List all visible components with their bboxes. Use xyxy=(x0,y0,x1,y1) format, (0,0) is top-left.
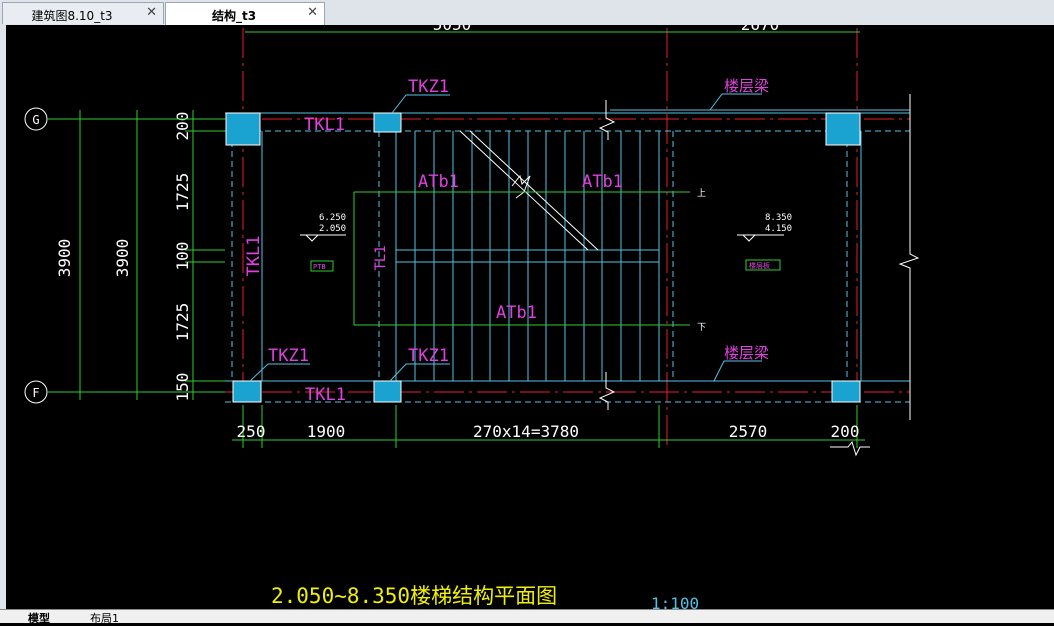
column xyxy=(232,380,262,403)
dim-150: 150 xyxy=(173,373,192,402)
tab-layout1[interactable]: 布局1 xyxy=(90,610,119,626)
up-mark: 上 xyxy=(697,188,706,199)
dim-3780: 270x14=3780 xyxy=(473,422,579,441)
dim-3900-outer: 3900 xyxy=(55,239,74,278)
dim-3900-inner: 3900 xyxy=(113,239,132,278)
dim-top-right: 2670 xyxy=(741,25,780,34)
column xyxy=(825,112,861,146)
leader-lines xyxy=(249,93,762,382)
elev-right-lower: 4.150 xyxy=(765,224,792,234)
dim-1725-bottom: 1725 xyxy=(173,303,192,342)
layout-tab-bar: 模型 布局1 xyxy=(0,609,1054,626)
label-tkl1-vertical: TKL1 xyxy=(244,236,264,277)
close-icon[interactable]: ✕ xyxy=(146,5,157,20)
tab-label: 结构_t3 xyxy=(211,9,257,23)
column xyxy=(225,112,261,146)
document-tab-bar: 建筑图8.10_t3 ✕ 结构_t3 ✕ xyxy=(0,0,1054,26)
label-tkl1-top: TKL1 xyxy=(304,115,345,135)
tab-model[interactable]: 模型 xyxy=(28,610,50,626)
label-atb1-a: ATb1 xyxy=(418,172,459,192)
column xyxy=(831,380,861,403)
ptb-label: PTB xyxy=(313,263,326,271)
dim-1725-top: 1725 xyxy=(173,173,192,212)
stair-treads xyxy=(414,131,641,381)
column xyxy=(373,380,402,403)
dim-200: 200 xyxy=(173,112,192,141)
label-tkz1-top: TKZ1 xyxy=(408,77,449,97)
tab-label: 建筑图8.10_t3 xyxy=(31,9,113,23)
label-tkz1-bm: TKZ1 xyxy=(408,346,449,366)
close-icon[interactable]: ✕ xyxy=(307,5,318,20)
cad-drawing: G F 3900 3900 200 1725 100 1725 150 250 … xyxy=(24,25,920,609)
label-tkz1-bl: TKZ1 xyxy=(268,346,309,366)
label-floor-beam-bottom: 楼层梁 xyxy=(724,344,769,362)
label-tkl1-bottom: TKL1 xyxy=(305,385,346,405)
down-mark: 下 xyxy=(697,323,706,333)
elev-left-lower: 2.050 xyxy=(319,224,346,234)
drawing-title: 2.050~8.350楼梯结构平面图 xyxy=(271,584,557,608)
axis-f-label: F xyxy=(32,386,39,400)
tab-structure-drawing[interactable]: 结构_t3 ✕ xyxy=(165,2,325,26)
dim-100: 100 xyxy=(173,242,192,271)
elev-left-upper: 6.250 xyxy=(319,213,346,223)
beam-outlines xyxy=(225,109,910,403)
column xyxy=(373,112,402,133)
dim-250: 250 xyxy=(237,422,266,441)
drawing-canvas[interactable]: G F 3900 3900 200 1725 100 1725 150 250 … xyxy=(6,25,1054,609)
label-tl1: TL1 xyxy=(373,245,389,270)
drawing-scale: 1:100 xyxy=(651,594,699,609)
label-floor-beam-top: 楼层梁 xyxy=(724,77,769,95)
label-atb1-c: ATb1 xyxy=(496,303,537,323)
tab-architecture-drawing[interactable]: 建筑图8.10_t3 ✕ xyxy=(2,2,164,24)
dim-200-bottom: 200 xyxy=(831,422,860,441)
elev-right-upper: 8.350 xyxy=(765,213,792,223)
dim-2570: 2570 xyxy=(729,422,768,441)
floor-slab-label: 楼层板 xyxy=(749,261,770,270)
dim-top-left: 5050 xyxy=(433,25,472,34)
label-atb1-b: ATb1 xyxy=(582,172,623,192)
axis-g-label: G xyxy=(32,113,39,127)
dim-1900: 1900 xyxy=(307,422,346,441)
